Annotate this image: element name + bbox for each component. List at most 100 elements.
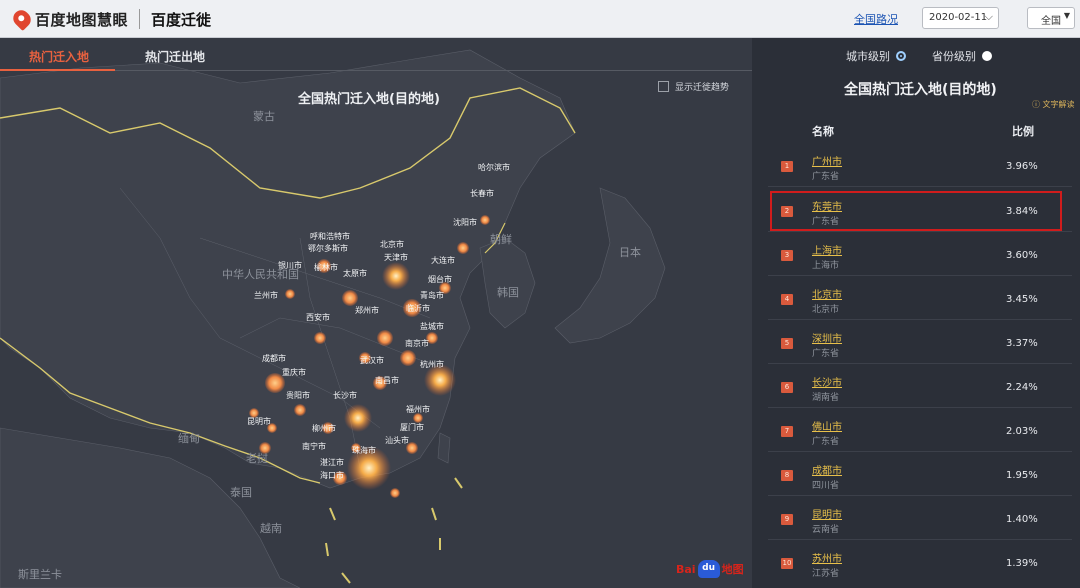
city-label: 重庆市: [282, 367, 306, 377]
city-label: 盐城市: [420, 321, 444, 331]
city-label: 福州市: [406, 404, 430, 414]
city-label: 昆明市: [247, 416, 271, 426]
date-select[interactable]: 2020-02-11 ⌵: [922, 7, 999, 29]
land-taiwan: [437, 432, 451, 464]
city-label: 鄂尔多斯市: [308, 243, 348, 253]
table-row[interactable]: 1 广州市 广东省 3.96%: [768, 143, 1072, 187]
top-bar: 百度地图慧眼 百度迁徙 全国路况 2020-02-11 ⌵ 全国 ▼: [0, 0, 1080, 38]
country-label-mongolia: 蒙古: [253, 110, 275, 123]
trend-checkbox[interactable]: [658, 81, 669, 92]
ratio-value: 3.45%: [1006, 294, 1038, 305]
ratio-value: 3.37%: [1006, 338, 1038, 349]
city-label: 北京市: [380, 239, 404, 249]
table-row[interactable]: 9 昆明市 云南省 1.40%: [768, 496, 1072, 540]
table-row[interactable]: 7 佛山市 广东省 2.03%: [768, 408, 1072, 452]
country-label-japan: 日本: [619, 245, 641, 259]
city-link[interactable]: 广州市: [812, 153, 842, 168]
rank-badge: 10: [781, 558, 793, 569]
country-label-sri-lanka: 斯里兰卡: [18, 568, 62, 581]
logo-divider: [139, 9, 141, 29]
baidu-map-logo: Bai du 地图: [676, 560, 744, 578]
city-link[interactable]: 北京市: [812, 286, 842, 301]
city-label: 厦门市: [400, 422, 424, 432]
city-label: 郑州市: [355, 305, 379, 315]
radio-unselected-icon[interactable]: [982, 51, 992, 61]
rank-badge: 6: [781, 382, 793, 393]
city-link[interactable]: 上海市: [812, 242, 842, 257]
city-link[interactable]: 成都市: [812, 462, 842, 477]
province-text: 湖南省: [812, 393, 840, 403]
level-toggle: 城市级别 省份级别: [846, 48, 992, 64]
city-label: 临沂市: [406, 303, 430, 313]
province-text: 上海市: [812, 261, 840, 271]
province-text: 云南省: [812, 525, 840, 535]
caret-down-icon: ▼: [1063, 11, 1070, 20]
city-label: 海口市: [320, 470, 344, 480]
ratio-value: 1.39%: [1006, 558, 1038, 569]
city-label: 哈尔滨市: [478, 162, 510, 172]
ratio-value: 3.60%: [1006, 250, 1038, 261]
city-label: 南昌市: [375, 375, 399, 385]
table-row[interactable]: 5 深圳市 广东省 3.37%: [768, 320, 1072, 364]
city-link[interactable]: 长沙市: [812, 374, 842, 389]
city-level-option[interactable]: 城市级别: [846, 48, 906, 64]
doc-link[interactable]: ⓘ 文字解读: [1032, 99, 1075, 110]
table-row[interactable]: 4 北京市 北京市 3.45%: [768, 276, 1072, 320]
logo-text: 百度地图慧眼: [35, 10, 129, 29]
trend-toggle[interactable]: 显示迁徙趋势: [658, 80, 729, 93]
table-row[interactable]: 3 上海市 上海市 3.60%: [768, 232, 1072, 276]
country-label-thailand: 泰国: [230, 485, 252, 499]
city-label: 太原市: [343, 268, 367, 278]
city-label: 大连市: [431, 255, 455, 265]
province-level-option[interactable]: 省份级别: [932, 48, 992, 64]
province-text: 江苏省: [812, 569, 840, 579]
country-label-vietnam: 越南: [260, 521, 282, 535]
region-value: 全国: [1041, 16, 1061, 27]
table-row[interactable]: 8 成都市 四川省 1.95%: [768, 452, 1072, 496]
rank-badge: 9: [781, 514, 793, 525]
map-canvas: 蒙古 中华人民共和国 朝鲜 韩国 日本 缅甸 老挝 泰国 越南 斯里兰卡 哈尔滨…: [0, 38, 752, 588]
rank-badge: 7: [781, 426, 793, 437]
city-link[interactable]: 昆明市: [812, 506, 842, 521]
rank-badge: 3: [781, 250, 793, 261]
country-label-north-korea: 朝鲜: [490, 232, 512, 246]
city-label: 南宁市: [302, 441, 326, 451]
ratio-value: 3.96%: [1006, 161, 1038, 172]
date-value: 2020-02-11: [929, 12, 988, 23]
col-name-header: 名称: [812, 125, 834, 138]
province-text: 四川省: [812, 481, 840, 491]
ratio-value: 2.03%: [1006, 426, 1038, 437]
chevron-down-icon: ⌵: [984, 10, 993, 23]
ratio-value: 2.24%: [1006, 382, 1038, 393]
radio-selected-icon[interactable]: [896, 51, 906, 61]
country-label-south-korea: 韩国: [497, 285, 519, 299]
city-label: 天津市: [384, 252, 408, 262]
city-link[interactable]: 佛山市: [812, 418, 842, 433]
ratio-value: 1.95%: [1006, 470, 1038, 481]
city-label: 长沙市: [333, 390, 357, 400]
city-link[interactable]: 苏州市: [812, 550, 842, 565]
city-label: 南京市: [405, 338, 429, 348]
province-text: 广东省: [812, 437, 840, 447]
table-row[interactable]: 6 长沙市 湖南省 2.24%: [768, 364, 1072, 408]
city-label: 汕头市: [385, 435, 409, 445]
region-select[interactable]: 全国 ▼: [1027, 7, 1075, 29]
map-title: 全国热门迁入地(目的地): [298, 92, 440, 107]
tab-hot-outbound[interactable]: 热门迁出地: [145, 48, 205, 65]
table-row[interactable]: 10 苏州市 江苏省 1.39%: [768, 540, 1072, 584]
tab-hot-inbound[interactable]: 热门迁入地: [29, 48, 89, 65]
national-traffic-link[interactable]: 全国路况: [854, 11, 898, 27]
city-label: 沈阳市: [453, 217, 477, 227]
country-label-laos: 老挝: [246, 451, 268, 465]
city-label: 长春市: [470, 188, 494, 198]
city-label: 青岛市: [420, 290, 444, 300]
city-link[interactable]: 深圳市: [812, 330, 842, 345]
table-header: 名称 比例: [812, 123, 1052, 139]
highlight-box: [770, 191, 1062, 231]
baidu-maps-logo[interactable]: 百度地图慧眼 百度迁徙: [9, 6, 211, 32]
city-label: 成都市: [262, 353, 286, 363]
migration-map[interactable]: 蒙古 中华人民共和国 朝鲜 韩国 日本 缅甸 老挝 泰国 越南 斯里兰卡 哈尔滨…: [0, 38, 752, 588]
province-text: 广东省: [812, 172, 840, 182]
city-label: 武汉市: [360, 355, 384, 365]
city-label: 西安市: [306, 312, 330, 322]
